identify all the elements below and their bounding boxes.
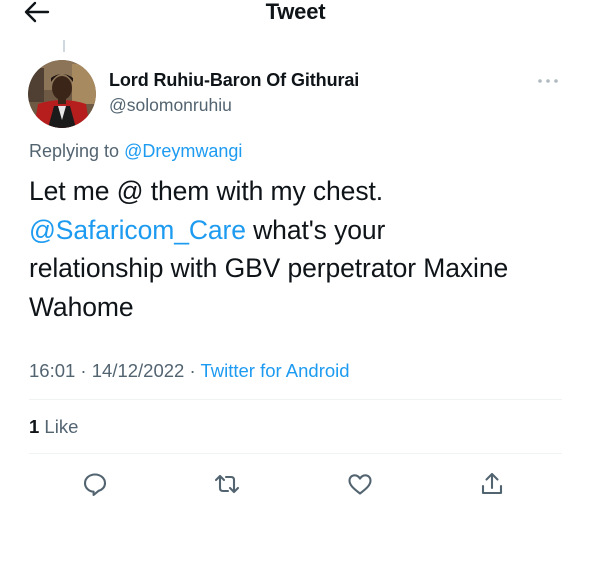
retweet-icon <box>214 474 240 494</box>
meta-separator: · <box>75 360 92 381</box>
tweet-date[interactable]: 14/12/2022 <box>92 360 185 381</box>
tweet-body: Let me @ them with my chest. @Safaricom_… <box>29 172 569 326</box>
meta-separator: · <box>184 360 201 381</box>
replying-to: Replying to @Dreymwangi <box>29 139 242 163</box>
author-display-name[interactable]: Lord Ruhiu-Baron Of Githurai <box>109 69 359 91</box>
page-title: Tweet <box>265 0 326 24</box>
tweet-header: Tweet <box>0 0 591 28</box>
retweet-button[interactable] <box>212 469 242 499</box>
tweet-line: Wahome <box>29 291 134 322</box>
replying-to-label: Replying to <box>29 141 125 161</box>
thread-connector-line <box>63 40 65 52</box>
like-label: Like <box>39 416 79 437</box>
more-dots-icon <box>538 79 558 83</box>
tweet-source-link[interactable]: Twitter for Android <box>200 360 349 381</box>
likes-stat[interactable]: 1 Like <box>29 415 78 439</box>
tweet-mention[interactable]: @Safaricom_Care <box>29 215 246 245</box>
replying-to-mention[interactable]: @Dreymwangi <box>124 141 242 161</box>
share-button[interactable] <box>477 469 507 499</box>
tweet-line: relationship with GBV perpetrator Maxine <box>29 253 509 283</box>
reply-icon <box>83 473 107 497</box>
author-handle[interactable]: @solomonruhiu <box>109 94 232 116</box>
tweet-text-segment: what's your <box>245 214 386 245</box>
like-icon <box>348 474 372 495</box>
avatar-photo <box>28 60 96 128</box>
reply-button[interactable] <box>80 469 110 499</box>
divider <box>29 453 562 454</box>
tweet-line: @Safaricom_Care what's your <box>29 211 569 250</box>
like-count: 1 <box>29 416 40 437</box>
divider <box>29 399 562 400</box>
tweet-time[interactable]: 16:01 <box>29 360 75 381</box>
like-button[interactable] <box>345 469 375 499</box>
tweet-metadata: 16:01 · 14/12/2022 · Twitter for Android <box>29 359 350 383</box>
avatar[interactable] <box>28 60 96 128</box>
share-icon <box>481 472 503 495</box>
tweet-line: Let me @ them with my chest. <box>29 176 383 206</box>
more-options-button[interactable] <box>534 73 562 89</box>
